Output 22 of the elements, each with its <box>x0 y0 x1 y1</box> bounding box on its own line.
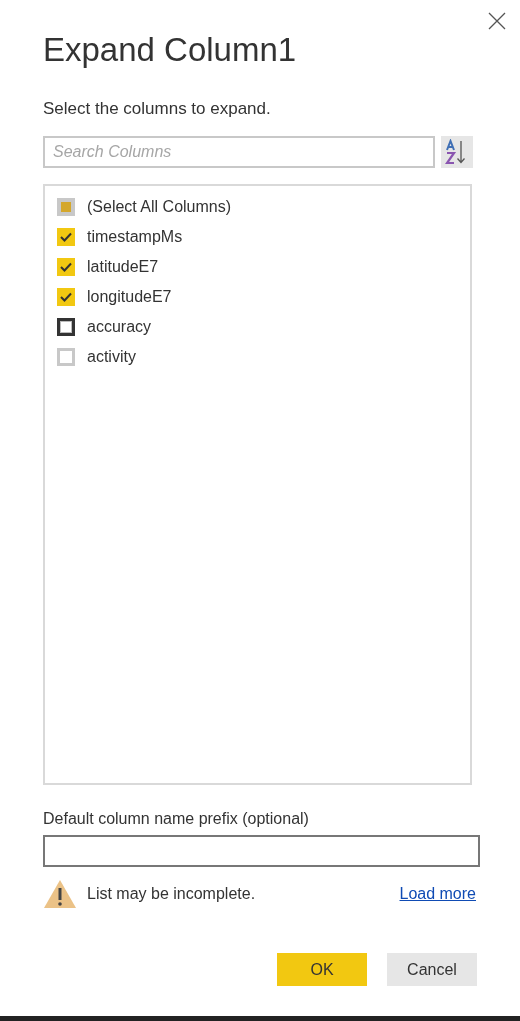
checkbox[interactable] <box>57 288 75 306</box>
checkbox-label: accuracy <box>87 317 152 337</box>
field-label: Default column name prefix (optional) <box>43 809 310 829</box>
load-more-link[interactable]: Load more <box>399 882 476 906</box>
warning-text: List may be incomplete. <box>87 884 257 904</box>
checkbox-label: longitudeE7 <box>87 287 172 307</box>
search-field[interactable]: Search Columns <box>43 136 435 168</box>
checkbox[interactable] <box>57 348 75 366</box>
checkbox-label: timestampMs <box>87 227 183 247</box>
ok-button[interactable]: OK <box>277 953 367 986</box>
dialog-title: Expand Column1 <box>43 30 298 70</box>
prefix-field[interactable] <box>43 835 480 867</box>
checkbox-label: latitudeE7 <box>87 257 159 277</box>
cancel-button[interactable]: Cancel <box>387 953 477 986</box>
warning-icon <box>43 879 77 909</box>
checkbox[interactable] <box>57 198 75 216</box>
checkbox[interactable] <box>57 228 75 246</box>
checkbox-label: (Select All Columns) <box>87 197 232 217</box>
instruction-text: Select the columns to expand. <box>43 98 272 120</box>
sort-button[interactable] <box>441 136 473 168</box>
checkbox-label: activity <box>87 347 136 367</box>
checkbox[interactable] <box>57 258 75 276</box>
